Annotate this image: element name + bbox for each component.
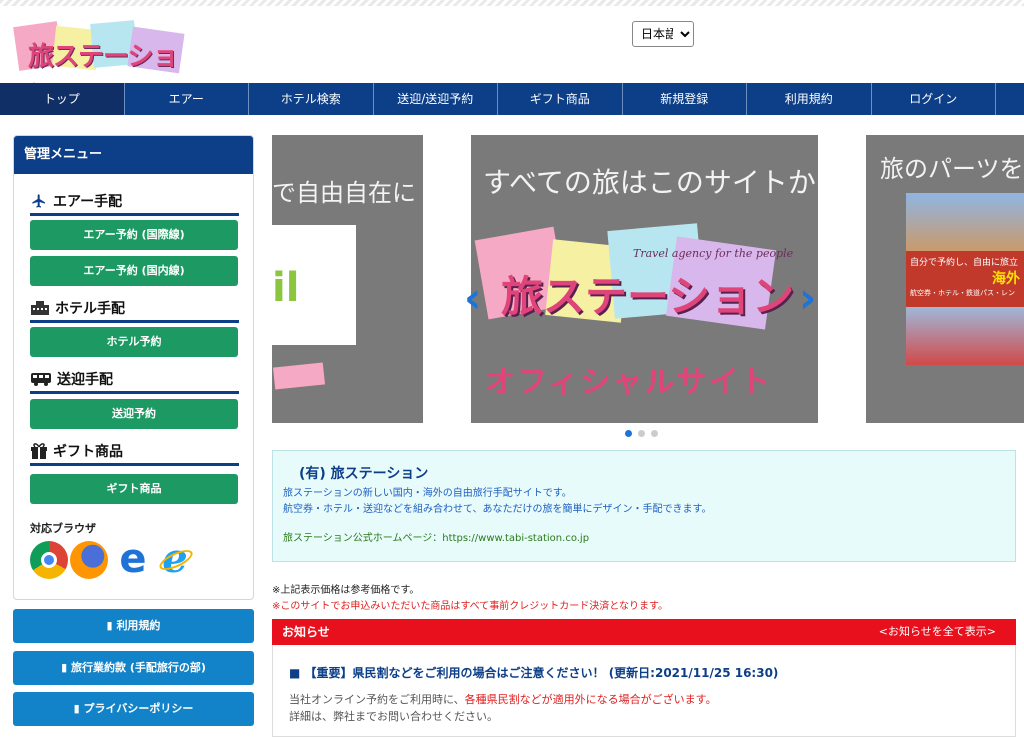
- section-gift-title: ギフト商品: [53, 444, 123, 460]
- slide-left-card: il: [272, 225, 356, 345]
- slide-left[interactable]: で自由自在に il: [272, 135, 423, 423]
- gift-button[interactable]: ギフト商品: [30, 474, 238, 504]
- section-transfer-title: 送迎手配: [57, 372, 113, 388]
- slide-right-photo1: [906, 193, 1024, 251]
- transfer-reserve-button[interactable]: 送迎予約: [30, 399, 238, 429]
- global-nav: トップ エアー ホテル検索 送迎/送迎予約 ギフト商品 新規登録 利用規約 ログ…: [0, 83, 1024, 115]
- section-air: エアー手配: [30, 191, 239, 216]
- nav-terms[interactable]: 利用規約: [747, 83, 872, 115]
- nav-transfer[interactable]: 送迎/送迎予約: [374, 83, 498, 115]
- news-list: ■ 【重要】県民割などをご利用の場合はご注意ください！ (更新日:2021/11…: [272, 645, 1016, 737]
- slide-right-photo2: [906, 307, 1024, 365]
- section-hotel-title: ホテル手配: [55, 301, 125, 317]
- section-transfer: 送迎手配: [30, 369, 239, 394]
- slide-right-caption: 旅のパーツを備: [880, 155, 1024, 183]
- slide-center-logo: 旅ステーション: [501, 272, 795, 321]
- slider-dot-2[interactable]: [638, 430, 645, 437]
- firefox-icon: [70, 541, 108, 579]
- slider-dot-1[interactable]: [625, 430, 632, 437]
- news-item-body-1: 当社オンライン予約をご利用時に、各種県民割などが適用外になる場合がございます。: [289, 693, 717, 706]
- travel-conditions-link-button[interactable]: ▮ 旅行業約款 (手配旅行の部): [13, 651, 254, 685]
- hotel-icon: [31, 301, 49, 315]
- document-icon: ▮: [61, 661, 71, 674]
- bus-icon: [31, 373, 51, 386]
- section-hotel: ホテル手配: [30, 298, 239, 323]
- air-international-button[interactable]: エアー予約 (国際線): [30, 220, 238, 250]
- info-homepage-link[interactable]: 旅ステーション公式ホームページ：https://www.tabi-station…: [283, 531, 1005, 547]
- air-domestic-button[interactable]: エアー予約 (国内線): [30, 256, 238, 286]
- company-info-box: (有) 旅ステーション 旅ステーションの新しい国内・海外の自由旅行手配サイトです…: [272, 450, 1016, 562]
- slide-left-logo: [272, 362, 326, 390]
- section-air-title: エアー手配: [53, 194, 123, 210]
- edge-icon: e: [114, 539, 152, 579]
- slider-next-arrow[interactable]: ›: [799, 273, 816, 322]
- sidebar-menu: 管理メニュー エアー手配 エアー予約 (国際線) エアー予約 (国内線) ホテル…: [13, 135, 254, 600]
- nav-register[interactable]: 新規登録: [623, 83, 747, 115]
- section-gift: ギフト商品: [30, 441, 239, 466]
- supported-browsers-label: 対応ブラウザ: [30, 522, 96, 535]
- slider-prev-arrow[interactable]: ‹: [464, 273, 481, 322]
- slide-center-tagline: Travel agency for the people: [633, 247, 794, 260]
- header: 旅ステーション 日本語: [0, 6, 1024, 109]
- privacy-policy-link-button[interactable]: ▮ プライバシーポリシー: [13, 692, 254, 726]
- chrome-icon: [30, 541, 68, 579]
- info-line-2: 航空券・ホテル・送迎などを組み合わせて、あなただけの旅を簡単にデザイン・手配でき…: [283, 504, 712, 515]
- news-show-all-link[interactable]: <お知らせを全て表示>: [879, 619, 996, 645]
- slide-center-official: オフィシャルサイト: [485, 365, 773, 400]
- slide-center-caption: すべての旅はこのサイトから: [483, 166, 818, 199]
- airplane-icon: [32, 194, 45, 208]
- sidebar-title: 管理メニュー: [14, 136, 253, 174]
- terms-link-button[interactable]: ▮ 利用規約: [13, 609, 254, 643]
- price-note: ※上記表示価格は参考価格です。: [272, 585, 420, 596]
- document-icon: ▮: [73, 702, 84, 715]
- site-logo[interactable]: 旅ステーション: [13, 18, 188, 109]
- nav-top[interactable]: トップ: [0, 83, 125, 115]
- language-select[interactable]: 日本語: [632, 21, 694, 47]
- slider-dots: [625, 430, 658, 437]
- hero-slider[interactable]: で自由自在に il すべての旅はこのサイトから Travel agency fo…: [272, 135, 1024, 425]
- internet-explorer-icon: e: [156, 539, 196, 579]
- gift-icon: [31, 443, 47, 459]
- nav-gift[interactable]: ギフト商品: [498, 83, 623, 115]
- news-title: お知らせ: [282, 625, 330, 639]
- slider-dot-3[interactable]: [651, 430, 658, 437]
- hotel-reserve-button[interactable]: ホテル予約: [30, 327, 238, 357]
- news-item-body-2: 詳細は、弊社までお問い合わせください。: [289, 710, 498, 723]
- info-line-1: 旅ステーションの新しい国内・海外の自由旅行手配サイトです。: [283, 488, 572, 499]
- news-header: お知らせ <お知らせを全て表示>: [272, 619, 1016, 645]
- slide-center[interactable]: すべての旅はこのサイトから Travel agency for the peop…: [471, 135, 818, 423]
- payment-note: ※このサイトでお申込みいただいた商品はすべて事前クレジットカード決済となります。: [272, 601, 668, 612]
- slide-right-banner: 自分で予約し、自由に旅立 海外 航空券・ホテル・鉄道パス・レン: [906, 251, 1024, 307]
- nav-login[interactable]: ログイン: [872, 83, 996, 115]
- nav-hotel-search[interactable]: ホテル検索: [249, 83, 374, 115]
- slide-right[interactable]: 旅のパーツを備 自分で予約し、自由に旅立 海外 航空券・ホテル・鉄道パス・レン: [866, 135, 1024, 423]
- slide-left-caption: で自由自在に: [272, 179, 416, 207]
- document-icon: ▮: [106, 619, 117, 632]
- nav-air[interactable]: エアー: [125, 83, 249, 115]
- news-item-title[interactable]: ■ 【重要】県民割などをご利用の場合はご注意ください！ (更新日:2021/11…: [289, 664, 778, 681]
- company-title: (有) 旅ステーション: [299, 466, 429, 482]
